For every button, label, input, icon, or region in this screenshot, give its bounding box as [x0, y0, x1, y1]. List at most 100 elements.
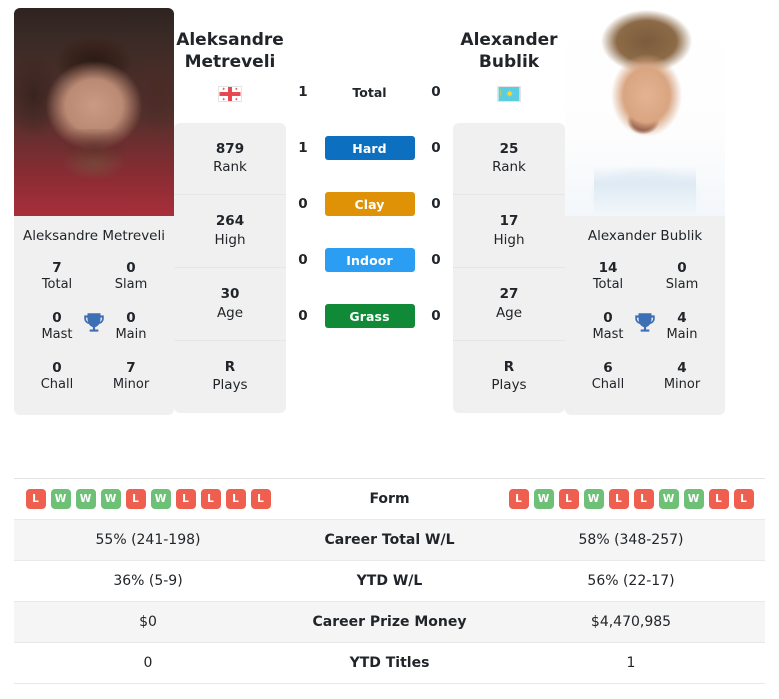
title-value: 4	[677, 359, 687, 376]
form-badge-loss: L	[250, 489, 271, 509]
title-label: Slam	[114, 277, 148, 293]
title-label: Total	[592, 277, 624, 293]
attribute-value: 25	[499, 140, 519, 157]
title-label: Chall	[591, 376, 625, 392]
h2h-left-score: 0	[298, 308, 308, 324]
attribute-cell-age: 27 Age	[453, 268, 565, 341]
form-strip-right: LWLWLLWWLL	[508, 489, 754, 509]
form-badge-loss: L	[25, 489, 46, 509]
title-cell: 7 Minor	[94, 354, 168, 404]
table-row-career-total-wl: 55% (241-198) Career Total W/L 58% (348-…	[14, 520, 765, 561]
h2h-left-score: 0	[298, 196, 308, 212]
h2h-left-score: 1	[298, 84, 308, 100]
h2h-total-label: Total	[352, 84, 387, 100]
h2h-right-score: 0	[431, 140, 441, 156]
title-cell: 0 Mast	[20, 304, 94, 354]
form-badge-loss: L	[608, 489, 629, 509]
attribute-value: R	[224, 358, 236, 375]
value-left: 0	[143, 655, 153, 671]
title-value: 0	[677, 260, 687, 277]
h2h-right-score: 0	[431, 308, 441, 324]
form-badge-loss: L	[175, 489, 196, 509]
attribute-cell-plays: R Plays	[174, 341, 286, 413]
attribute-value: 27	[499, 286, 519, 303]
title-value: 0	[603, 309, 613, 326]
player-card-left[interactable]: Aleksandre Metreveli 7 Total 0 Slam 0 Ma…	[14, 8, 174, 416]
attribute-label: High	[214, 231, 246, 248]
player-card-name-left: Aleksandre Metreveli	[23, 228, 165, 244]
title-value: 14	[598, 260, 618, 277]
attribute-value: 879	[215, 140, 245, 157]
title-value: 0	[52, 309, 62, 326]
surface-chip-indoor[interactable]: Indoor	[324, 248, 415, 272]
title-label: Slam	[665, 277, 699, 293]
row-label-ytd-wl: YTD W/L	[356, 573, 423, 589]
stats-table: LWWWLWLLLL Form LWLWLLWWLL 55% (241-198)…	[14, 478, 765, 684]
title-label: Chall	[40, 376, 74, 392]
attribute-label: Age	[495, 304, 523, 321]
form-badge-win: W	[50, 489, 71, 509]
attribute-card-right: 25 Rank 17 High 27 Age R Plays	[453, 122, 565, 413]
attribute-column-left: Aleksandre Metreveli 879 Rank 264 High 3…	[174, 8, 286, 413]
attribute-value: 30	[220, 286, 240, 303]
attribute-cell-age: 30 Age	[174, 268, 286, 341]
surface-chip-grass[interactable]: Grass	[324, 304, 415, 328]
h2h-row-hard: 1 Hard 0	[286, 120, 453, 176]
form-badge-loss: L	[508, 489, 529, 509]
attribute-label: High	[493, 231, 525, 248]
attribute-column-right: Alexander Bublik 25 Rank 17 High 27 Age …	[453, 8, 565, 413]
title-value: 7	[126, 359, 136, 376]
form-badge-loss: L	[708, 489, 729, 509]
comparison-header: Aleksandre Metreveli 7 Total 0 Slam 0 Ma…	[0, 0, 779, 416]
title-cell: 0 Chall	[20, 354, 94, 404]
georgia-flag-icon	[218, 85, 242, 102]
title-label: Main	[115, 326, 147, 342]
title-label: Main	[666, 326, 698, 342]
surface-chip-hard[interactable]: Hard	[324, 136, 415, 160]
player-last-name-right: Bublik	[478, 51, 540, 72]
value-left: 36% (5-9)	[113, 573, 183, 589]
form-badge-win: W	[150, 489, 171, 509]
form-badge-loss: L	[125, 489, 146, 509]
attribute-cell-plays: R Plays	[453, 341, 565, 413]
player-heading-left: Aleksandre Metreveli	[174, 8, 286, 108]
row-label-career-prize-money: Career Prize Money	[312, 614, 467, 630]
player-first-name-left: Aleksandre	[176, 30, 284, 50]
form-cell-right: LWLWLLWWLL	[497, 483, 765, 515]
title-value: 0	[126, 260, 136, 277]
attribute-card-left: 879 Rank 264 High 30 Age R Plays	[174, 122, 286, 413]
row-label-ytd-titles: YTD Titles	[349, 655, 430, 671]
attribute-cell-high: 264 High	[174, 195, 286, 269]
attribute-value: R	[503, 358, 515, 375]
head-to-head-column: 1 Total 0 1 Hard 0 0 Clay 0 0 Indoor 0 0…	[286, 8, 453, 344]
player-card-right[interactable]: Alexander Bublik 14 Total 0 Slam 0 Mast …	[565, 8, 725, 416]
title-value: 6	[603, 359, 613, 376]
attribute-label: Rank	[492, 159, 526, 176]
form-badge-win: W	[75, 489, 96, 509]
title-label: Minor	[663, 376, 701, 392]
form-badge-loss: L	[633, 489, 654, 509]
player-photo-left	[14, 8, 174, 216]
surface-chip-clay[interactable]: Clay	[324, 192, 415, 216]
player-first-name-right: Alexander	[460, 30, 558, 50]
player-card-name-right: Alexander Bublik	[587, 228, 703, 244]
attribute-label: Plays	[212, 377, 248, 394]
form-badge-win: W	[583, 489, 604, 509]
row-label-career-total-wl: Career Total W/L	[324, 532, 455, 548]
player-comparison-page: Aleksandre Metreveli 7 Total 0 Slam 0 Ma…	[0, 0, 779, 699]
title-cell: 0 Slam	[94, 254, 168, 304]
titles-grid-right: 14 Total 0 Slam 0 Mast 4 Main 6 Chall 4 …	[565, 254, 725, 415]
player-photo-right	[565, 8, 725, 216]
titles-grid-left: 7 Total 0 Slam 0 Mast 0 Main 0 Chall 7 M…	[14, 254, 174, 415]
attribute-cell-high: 17 High	[453, 195, 565, 269]
table-row-form: LWWWLWLLLL Form LWLWLLWWLL	[14, 479, 765, 520]
form-badge-loss: L	[200, 489, 221, 509]
h2h-row-clay: 0 Clay 0	[286, 176, 453, 232]
h2h-right-score: 0	[431, 84, 441, 100]
title-value: 0	[52, 359, 62, 376]
attribute-value: 17	[499, 213, 519, 230]
title-label: Minor	[112, 376, 150, 392]
h2h-row-grass: 0 Grass 0	[286, 288, 453, 344]
h2h-left-score: 1	[298, 140, 308, 156]
attribute-label: Plays	[491, 377, 527, 394]
